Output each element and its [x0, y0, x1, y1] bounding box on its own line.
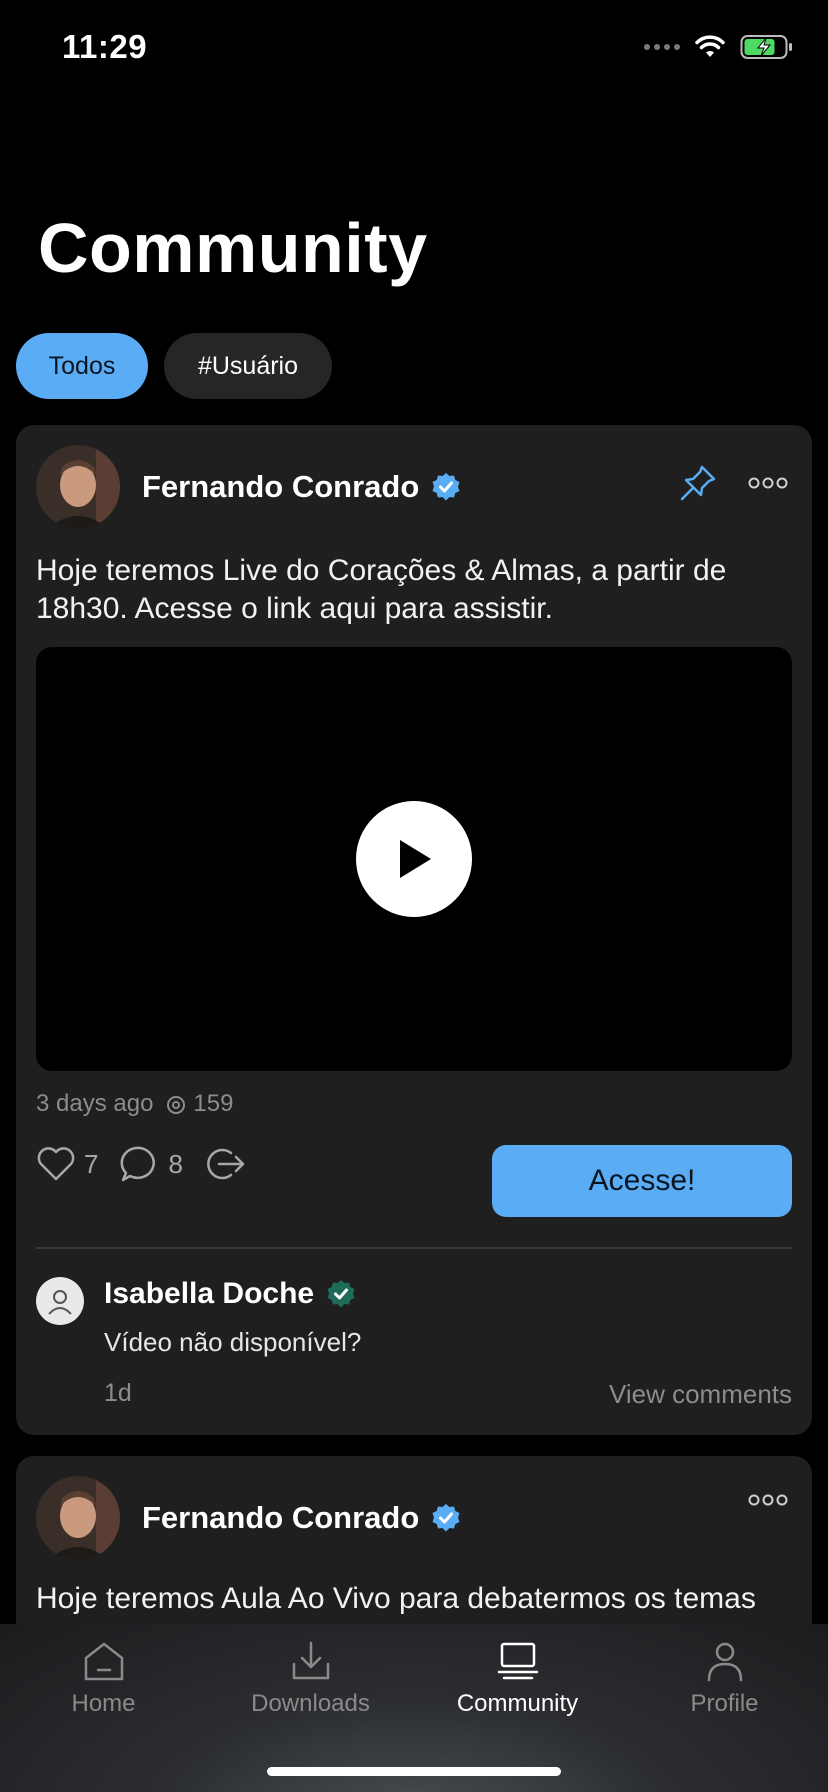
- filter-chips: Todos #Usuário: [16, 333, 332, 399]
- comment-button[interactable]: 8: [120, 1145, 183, 1183]
- tab-community[interactable]: Community: [414, 1624, 621, 1718]
- person-placeholder-icon: [48, 1290, 72, 1315]
- status-icons: [644, 34, 794, 60]
- commenter-name[interactable]: Isabella Doche: [104, 1277, 314, 1311]
- post-header-actions: [748, 1494, 788, 1506]
- post-time: 3 days ago: [36, 1090, 154, 1117]
- comment-time: 1d: [104, 1379, 132, 1407]
- author-avatar[interactable]: [36, 445, 120, 529]
- tab-home[interactable]: Home: [0, 1624, 207, 1718]
- home-icon: [84, 1642, 123, 1681]
- pin-icon[interactable]: [678, 463, 718, 503]
- post-header: Fernando Conrado: [36, 445, 792, 529]
- author-name[interactable]: Fernando Conrado: [142, 1500, 419, 1536]
- tab-downloads-label: Downloads: [251, 1690, 370, 1717]
- like-button[interactable]: 7: [36, 1146, 98, 1182]
- view-comments-link[interactable]: View comments: [609, 1379, 792, 1410]
- battery-icon: [740, 35, 792, 59]
- comment-icon: [121, 1146, 156, 1182]
- tab-profile[interactable]: Profile: [621, 1624, 828, 1718]
- post-text: Hoje teremos Aula Ao Vivo para debatermo…: [36, 1582, 756, 1615]
- tab-profile-label: Profile: [690, 1690, 759, 1717]
- commenter-name-row: Isabella Doche: [104, 1277, 356, 1311]
- view-count: 159: [165, 1090, 233, 1118]
- page-title: Community: [38, 209, 428, 287]
- home-indicator[interactable]: [267, 1767, 561, 1776]
- status-bar: 11:29: [0, 0, 828, 100]
- post-header-actions: [678, 463, 788, 503]
- divider: [36, 1247, 792, 1249]
- more-options-icon[interactable]: [748, 1494, 788, 1506]
- post-actions: 7 8: [36, 1145, 249, 1183]
- post-meta: 3 days ago 159: [36, 1090, 233, 1118]
- play-button[interactable]: [356, 801, 472, 917]
- post-header: Fernando Conrado: [36, 1476, 792, 1560]
- share-button[interactable]: [205, 1145, 249, 1183]
- wifi-icon: [695, 35, 725, 57]
- more-options-icon[interactable]: [748, 477, 788, 489]
- author-avatar[interactable]: [36, 1476, 120, 1560]
- view-count-value: 159: [193, 1090, 234, 1117]
- filter-chip-todos[interactable]: Todos: [16, 333, 148, 399]
- comment-text: Vídeo não disponível?: [104, 1327, 362, 1357]
- tab-downloads[interactable]: Downloads: [207, 1624, 414, 1718]
- person-icon: [707, 1642, 742, 1682]
- heart-icon: [37, 1147, 75, 1181]
- commenter-avatar[interactable]: [36, 1277, 84, 1325]
- tab-community-label: Community: [456, 1690, 579, 1717]
- share-icon: [207, 1148, 245, 1180]
- post-card: Fernando Conrado Hoje teremos Live do Co…: [16, 425, 812, 1435]
- comment-count: 8: [168, 1148, 183, 1179]
- post-text: Hoje teremos Live do Corações & Almas, a…: [36, 554, 727, 625]
- access-button[interactable]: Acesse!: [492, 1145, 792, 1217]
- like-count: 7: [84, 1148, 99, 1179]
- verified-badge-icon: [431, 1503, 461, 1533]
- download-icon: [292, 1641, 329, 1680]
- views-icon: [167, 1096, 186, 1114]
- video-player[interactable]: [36, 647, 792, 1071]
- latest-comment[interactable]: Isabella Doche Vídeo não disponível? 1d …: [36, 1277, 792, 1417]
- play-icon: [400, 840, 431, 878]
- verified-badge-icon: [431, 472, 461, 502]
- filter-chip-usuario[interactable]: #Usuário: [164, 333, 332, 399]
- verified-badge-icon: [327, 1280, 355, 1308]
- cellular-signal-icon: [644, 44, 680, 50]
- author-name[interactable]: Fernando Conrado: [142, 469, 419, 505]
- laptop-icon: [497, 1642, 538, 1680]
- tab-home-label: Home: [71, 1690, 136, 1717]
- status-time: 11:29: [62, 28, 148, 65]
